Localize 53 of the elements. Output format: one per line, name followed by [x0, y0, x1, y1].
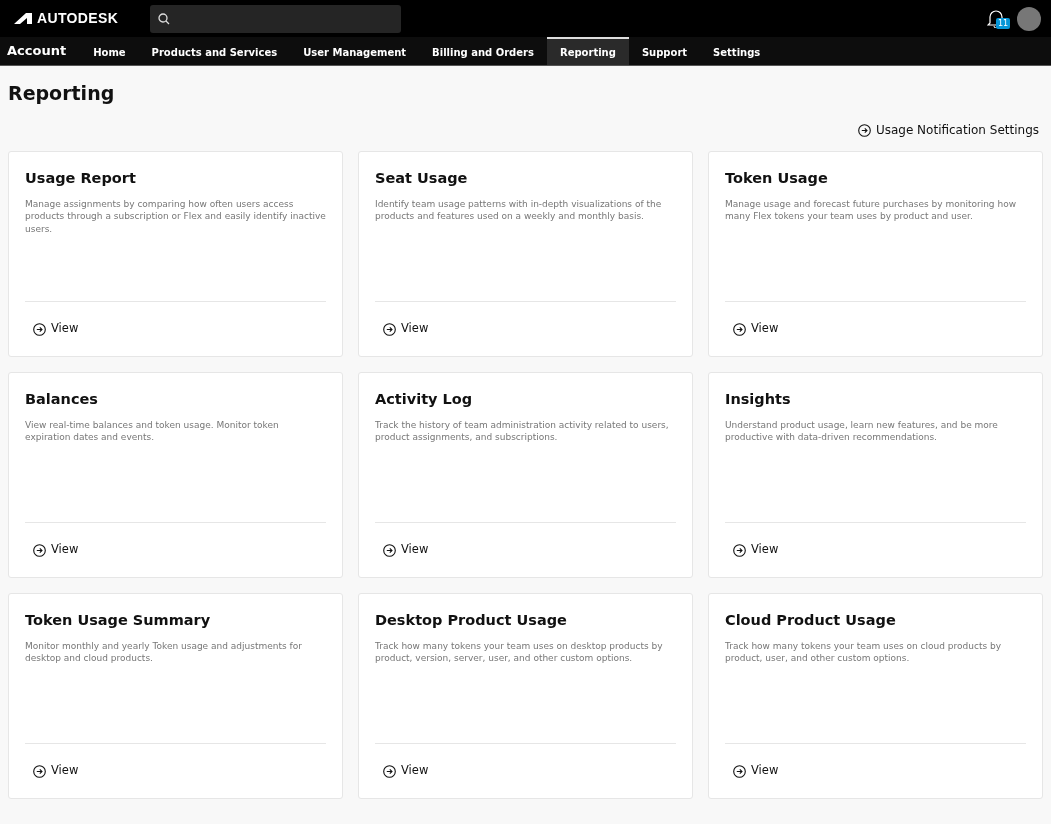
view-link[interactable]: View — [25, 523, 326, 577]
card-title: Desktop Product Usage — [375, 611, 568, 630]
arrow-circle-icon — [33, 764, 46, 778]
arrow-circle-icon — [733, 322, 746, 336]
nav-tab[interactable]: Home — [80, 37, 139, 65]
card-title: Insights — [725, 390, 792, 409]
arrow-circle-icon — [33, 543, 46, 557]
arrow-circle-icon — [733, 764, 746, 778]
card-title: Token Usage Summary — [25, 611, 212, 630]
card-description: Track the history of team administration activity related to users, product assignments, and subscriptions. — [375, 418, 670, 444]
arrow-circle-icon — [383, 764, 396, 778]
logo-icon — [14, 13, 32, 24]
nav-tab[interactable]: Billing and Orders — [419, 37, 547, 65]
card-description: View real-time balances and token usage. Monitor token expiration dates and events. — [25, 418, 280, 444]
search-icon — [158, 12, 170, 25]
nav-tab[interactable]: User Management — [290, 37, 420, 65]
view-link[interactable]: View — [725, 302, 1026, 356]
arrow-circle-icon — [383, 322, 396, 336]
view-link[interactable]: View — [375, 302, 676, 356]
view-link[interactable]: View — [725, 744, 1026, 798]
card-title: Cloud Product Usage — [725, 611, 897, 630]
view-link[interactable]: View — [375, 523, 676, 577]
search-field[interactable] — [150, 4, 401, 33]
nav-tab[interactable]: Support — [628, 37, 701, 65]
arrow-circle-icon — [733, 543, 746, 557]
card-description: Manage usage and forecast future purchases by monitoring how many Flex tokens your team uses by product and user. — [725, 197, 1017, 223]
arrow-circle-icon — [857, 123, 871, 137]
card-description: Monitor monthly and yearly Token usage and adjustments for desktop and cloud products. — [25, 639, 303, 665]
card-description: Manage assignments by comparing how often users access products through a subscription or Flex and easily identify inactive users. — [25, 197, 326, 236]
card-description: Identify team usage patterns with in-depth visualizations of the products and features used on a weekly and monthly basis. — [375, 197, 663, 223]
card-title: Seat Usage — [375, 169, 469, 188]
avatar[interactable] — [1017, 6, 1041, 31]
account-title: Account — [6, 42, 68, 61]
logo: AUTODESK — [37, 9, 119, 28]
nav-tab[interactable]: Products and Services — [138, 37, 291, 65]
view-link[interactable]: View — [725, 523, 1026, 577]
view-link[interactable]: View — [375, 744, 676, 798]
nav-tab[interactable]: Reporting — [546, 37, 629, 65]
nav-tab[interactable]: Settings — [700, 37, 774, 65]
view-link[interactable]: View — [25, 744, 326, 798]
card-title: Token Usage — [725, 169, 829, 188]
notification-badge: 11 — [996, 17, 1011, 29]
usage-notification-settings-link[interactable]: Usage Notification Settings — [857, 121, 1039, 139]
arrow-circle-icon — [33, 322, 46, 336]
view-link[interactable]: View — [25, 302, 326, 356]
arrow-circle-icon — [383, 543, 396, 557]
page-title: Reporting — [8, 81, 116, 105]
card-description: Understand product usage, learn new features, and be more productive with data-driven recommendations. — [725, 418, 999, 444]
card-description: Track how many tokens your team uses on cloud products by product, user, and other custom options. — [725, 639, 1003, 665]
card-title: Activity Log — [375, 390, 474, 409]
card-description: Track how many tokens your team uses on desktop products by product, version, server, user, and other custom options. — [375, 639, 664, 665]
card-title: Balances — [25, 390, 99, 409]
card-title: Usage Report — [25, 169, 137, 188]
